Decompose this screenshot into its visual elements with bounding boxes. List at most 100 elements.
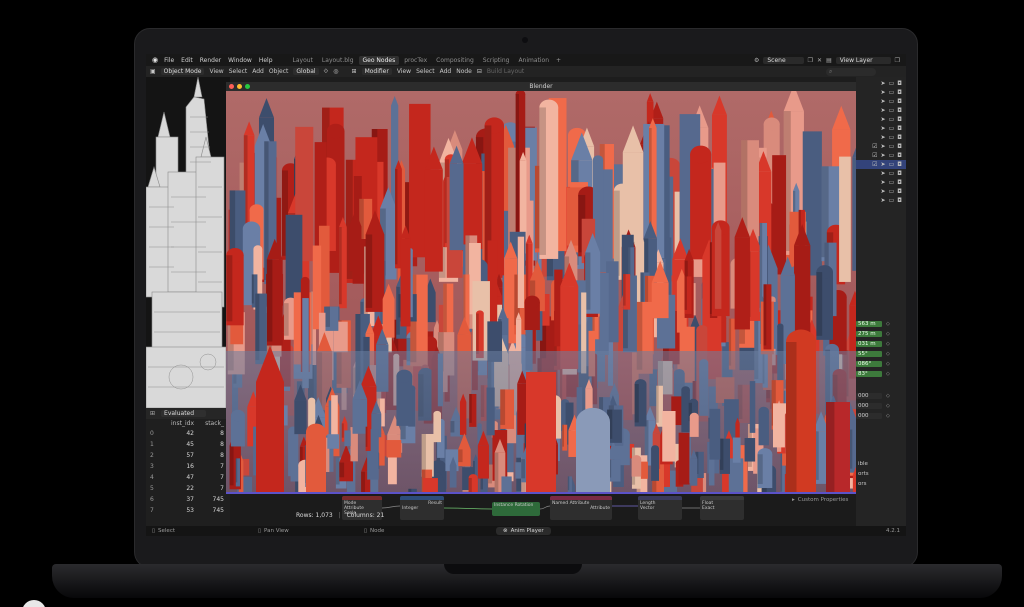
- outliner-item[interactable]: ☑ ➤ ▭ ◘: [856, 160, 906, 169]
- outliner-item[interactable]: ➤ ▭ ◘: [856, 106, 906, 115]
- select-arrow-icon[interactable]: ➤: [881, 107, 886, 114]
- location-y-field[interactable]: 275 m: [856, 330, 882, 337]
- select-arrow-icon[interactable]: ➤: [881, 80, 886, 87]
- node-card[interactable]: Result Integer: [400, 496, 444, 520]
- scene-selector[interactable]: Scene: [763, 56, 804, 64]
- copy-layer-icon[interactable]: ❐: [895, 57, 900, 64]
- node-card[interactable]: Float Exact: [700, 496, 744, 520]
- rotation-y-field[interactable]: 086°: [856, 360, 882, 367]
- table-row[interactable]: 0 42 8: [146, 428, 230, 439]
- monitor-icon[interactable]: ▭: [889, 179, 895, 186]
- outliner-search-input[interactable]: ⌕: [826, 67, 876, 76]
- add-workspace-icon[interactable]: +: [556, 57, 561, 64]
- keyframe-icon[interactable]: ◇: [886, 351, 890, 357]
- snap-icon[interactable]: ⟐: [324, 68, 329, 76]
- property-row[interactable]: 086° ◇: [856, 359, 906, 368]
- node-tree-icon[interactable]: ⊟: [477, 68, 482, 75]
- menu-window[interactable]: Window: [228, 57, 252, 64]
- menu-view[interactable]: View: [209, 68, 223, 75]
- scene-icon[interactable]: ⚙: [754, 57, 759, 64]
- keyframe-icon[interactable]: ◇: [886, 331, 890, 337]
- node-menu-select[interactable]: Select: [416, 68, 435, 75]
- keyframe-icon[interactable]: ◇: [886, 321, 890, 327]
- tab-scripting[interactable]: Scripting: [479, 56, 514, 65]
- select-arrow-icon[interactable]: ➤: [881, 134, 886, 141]
- select-arrow-icon[interactable]: ➤: [881, 98, 886, 105]
- camera-icon[interactable]: ◘: [897, 125, 902, 132]
- menu-edit[interactable]: Edit: [181, 57, 193, 64]
- column-header[interactable]: stack_: [194, 420, 224, 427]
- property-row[interactable]: 000 ◇: [856, 391, 906, 400]
- table-row[interactable]: 7 53 745: [146, 505, 230, 516]
- monitor-icon[interactable]: ▭: [889, 98, 895, 105]
- location-x-field[interactable]: 563 m: [856, 320, 882, 327]
- view-layer-selector[interactable]: View Layer: [835, 56, 891, 64]
- keyframe-icon[interactable]: ◇: [886, 413, 890, 419]
- camera-icon[interactable]: ◘: [897, 116, 902, 123]
- outliner-item[interactable]: ➤ ▭ ◘: [856, 187, 906, 196]
- node-menu-view[interactable]: View: [397, 68, 411, 75]
- delta-field[interactable]: 000: [856, 412, 882, 419]
- tab-layout-blg[interactable]: Layout.blg: [318, 56, 358, 65]
- delta-field[interactable]: 000: [856, 392, 882, 399]
- select-arrow-icon[interactable]: ➤: [881, 197, 886, 204]
- camera-icon[interactable]: ◘: [897, 152, 902, 159]
- close-icon[interactable]: ✕: [817, 57, 822, 64]
- rotation-z-field[interactable]: 83°: [856, 370, 882, 377]
- node-group-field[interactable]: Build Layout: [487, 68, 524, 75]
- node-editor-icon[interactable]: ⊞: [352, 68, 357, 75]
- anim-player-window[interactable]: Blender: [226, 82, 856, 494]
- outliner-item[interactable]: ☑ ➤ ▭ ◘: [856, 151, 906, 160]
- camera-icon[interactable]: ◘: [897, 98, 902, 105]
- node-menu-add[interactable]: Add: [440, 68, 452, 75]
- menu-render[interactable]: Render: [200, 57, 221, 64]
- checkbox-icon[interactable]: ☑: [872, 161, 877, 168]
- property-row[interactable]: 563 m ◇: [856, 319, 906, 328]
- blender-logo-icon[interactable]: ◉: [152, 56, 158, 64]
- node-card[interactable]: Named Attribute Attribute: [550, 496, 612, 520]
- camera-icon[interactable]: ◘: [897, 170, 902, 177]
- layers-icon[interactable]: ▤: [826, 57, 832, 64]
- outliner-item[interactable]: ➤ ▭ ◘: [856, 169, 906, 178]
- node-card[interactable]: Instance Rotation: [492, 502, 540, 516]
- table-row[interactable]: 1 45 8: [146, 439, 230, 450]
- 3d-viewport[interactable]: [146, 77, 230, 408]
- table-row[interactable]: 3 16 7: [146, 461, 230, 472]
- outliner-item[interactable]: ➤ ▭ ◘: [856, 124, 906, 133]
- property-row[interactable]: 55° ◇: [856, 349, 906, 358]
- node-menu-node[interactable]: Node: [456, 68, 472, 75]
- outliner-item[interactable]: ☑ ➤ ▭ ◘: [856, 142, 906, 151]
- monitor-icon[interactable]: ▭: [889, 89, 895, 96]
- monitor-icon[interactable]: ▭: [889, 80, 895, 87]
- outliner-item[interactable]: ➤ ▭ ◘: [856, 79, 906, 88]
- monitor-icon[interactable]: ▭: [889, 197, 895, 204]
- property-row[interactable]: 275 m ◇: [856, 329, 906, 338]
- property-row[interactable]: 031 m ◇: [856, 339, 906, 348]
- select-arrow-icon[interactable]: ➤: [881, 143, 886, 150]
- tab-geo-nodes[interactable]: Geo Nodes: [358, 55, 400, 65]
- select-arrow-icon[interactable]: ➤: [881, 116, 886, 123]
- menu-file[interactable]: File: [164, 57, 174, 64]
- column-header[interactable]: inst_idx: [166, 420, 194, 427]
- outliner-item[interactable]: ➤ ▭ ◘: [856, 196, 906, 205]
- menu-object[interactable]: Object: [269, 68, 289, 75]
- monitor-icon[interactable]: ▭: [889, 152, 895, 159]
- keyframe-icon[interactable]: ◇: [886, 393, 890, 399]
- table-row[interactable]: 4 47 7: [146, 472, 230, 483]
- monitor-icon[interactable]: ▭: [889, 116, 895, 123]
- table-row[interactable]: 5 22 7: [146, 483, 230, 494]
- keyframe-icon[interactable]: ◇: [886, 341, 890, 347]
- collapse-arrow-icon[interactable]: ▸: [792, 497, 795, 503]
- node-card[interactable]: Length Vector: [638, 496, 682, 520]
- rotation-x-field[interactable]: 55°: [856, 350, 882, 357]
- copy-icon[interactable]: ❐: [808, 57, 813, 64]
- select-arrow-icon[interactable]: ➤: [881, 188, 886, 195]
- camera-icon[interactable]: ◘: [897, 80, 902, 87]
- menu-help[interactable]: Help: [259, 57, 273, 64]
- camera-icon[interactable]: ◘: [897, 161, 902, 168]
- property-row[interactable]: 83° ◇: [856, 369, 906, 378]
- visibility-label[interactable]: ible: [856, 461, 906, 471]
- table-row[interactable]: 2 57 8: [146, 450, 230, 461]
- editor-context-dropdown[interactable]: Modifier: [361, 68, 392, 75]
- outliner-item[interactable]: ➤ ▭ ◘: [856, 115, 906, 124]
